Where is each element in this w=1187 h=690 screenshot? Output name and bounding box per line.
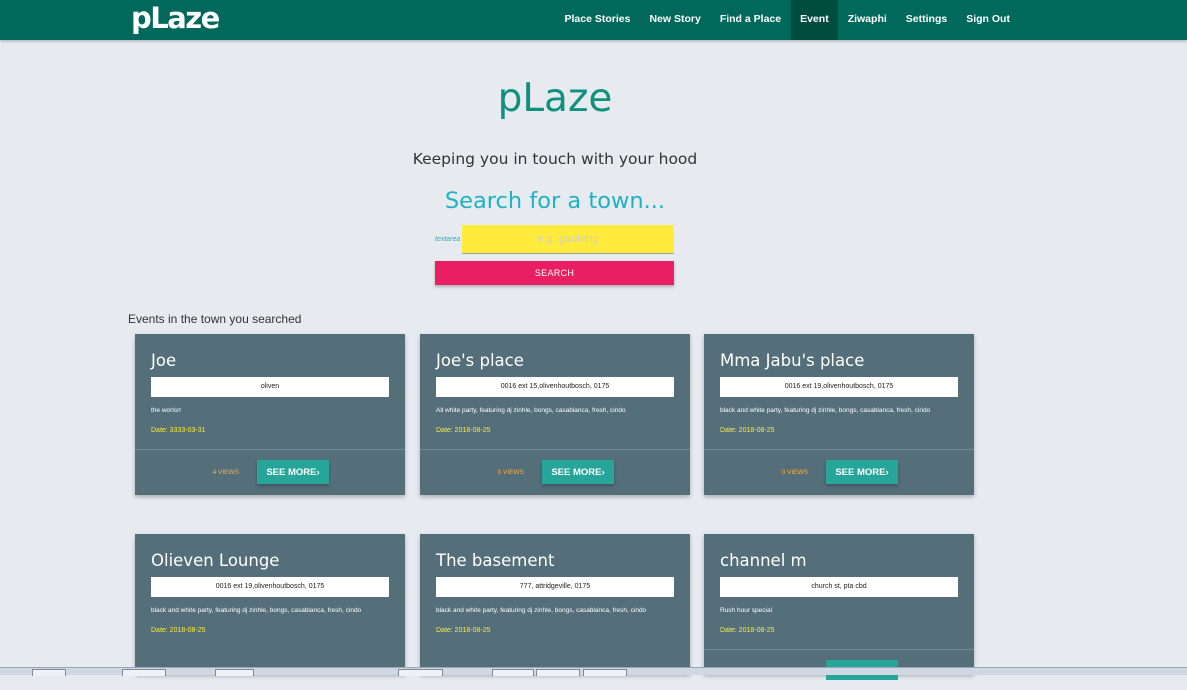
search-field-label: textarea	[435, 236, 461, 243]
event-date: Date: 2018-08-25	[436, 427, 491, 434]
card-action-bar: 0 VIEWS SEE MORE›	[704, 449, 974, 495]
town-search-input[interactable]	[462, 225, 674, 254]
event-description: All white party, featuring dj zinhle, bo…	[436, 407, 626, 414]
event-description: Rush hour special	[720, 607, 773, 614]
hero-title: pLaze	[497, 76, 613, 121]
event-title: Joe	[151, 351, 177, 370]
event-description: the worlsrr	[151, 407, 182, 414]
nav-item-place-stories[interactable]: Place Stories	[555, 0, 640, 40]
nav-item-sign-out[interactable]: Sign Out	[957, 0, 1020, 40]
see-more-label: SEE MORE	[266, 466, 317, 478]
event-card: The basement 777, attridgeville, 0175 bl…	[420, 534, 690, 674]
see-more-button[interactable]: SEE MORE›	[542, 460, 614, 484]
card-action-bar: 4 VIEWS SEE MORE›	[135, 449, 405, 495]
nav-item-event[interactable]: Event	[790, 0, 839, 40]
event-date: Date: 2018-08-25	[720, 427, 775, 434]
event-title: Mma Jabu's place	[720, 351, 865, 370]
event-card: channel m church st, pta cbd Rush hour s…	[704, 534, 974, 680]
event-card: Joe's place 0016 ext 15,olivenhoutbosch,…	[420, 334, 690, 495]
event-address: 777, attridgeville, 0175	[436, 577, 674, 597]
nav-menu: Place Stories New Story Find a Place Eve…	[555, 0, 1019, 40]
see-more-label: SEE MORE	[551, 466, 602, 478]
view-count: 0 VIEWS	[781, 469, 808, 476]
event-card: Olieven Lounge 0016 ext 19,olivenhoutbos…	[135, 534, 405, 674]
event-date: Date: 3333-03-31	[151, 427, 206, 434]
event-title: channel m	[720, 551, 807, 570]
event-description: black and white party, featuring dj zinh…	[151, 607, 362, 614]
event-date: Date: 2018-08-25	[151, 627, 206, 634]
event-address: 0016 ext 19,olivenhoutbosch, 0175	[720, 377, 958, 397]
event-title: Olieven Lounge	[151, 551, 280, 570]
events-section-heading: Events in the town you searched	[128, 312, 302, 326]
card-action-bar: 0 VIEWS SEE MORE›	[420, 449, 690, 495]
chevron-right-icon: ›	[885, 466, 889, 478]
view-count: 4 VIEWS	[212, 469, 239, 476]
event-address: 0016 ext 15,olivenhoutbosch, 0175	[436, 377, 674, 397]
brand-logo[interactable]: pLaze	[131, 1, 220, 35]
search-button[interactable]: SEARCH	[435, 261, 674, 285]
see-more-label: SEE MORE	[835, 466, 886, 478]
event-title: Joe's place	[436, 351, 524, 370]
event-description: black and white party, featuring dj zinh…	[720, 407, 931, 414]
event-address: oliven	[151, 377, 389, 397]
see-more-button[interactable]: SEE MORE›	[826, 460, 898, 484]
nav-item-new-story[interactable]: New Story	[640, 0, 710, 40]
hero-tagline: Keeping you in touch with your hood	[412, 150, 698, 168]
event-card: Joe oliven the worlsrr Date: 3333-03-31 …	[135, 334, 405, 495]
event-card: Mma Jabu's place 0016 ext 19,olivenhoutb…	[704, 334, 974, 495]
view-count: 0 VIEWS	[497, 469, 524, 476]
search-heading: Search for a town...	[444, 188, 666, 214]
event-description: black and white party, featuring dj zinh…	[436, 607, 647, 614]
event-address: church st, pta cbd	[720, 577, 958, 597]
see-more-button[interactable]: SEE MORE›	[257, 460, 329, 484]
chevron-right-icon: ›	[316, 466, 320, 478]
nav-item-find-a-place[interactable]: Find a Place	[710, 0, 790, 40]
os-taskbar	[0, 667, 1187, 676]
nav-item-ziwaphi[interactable]: Ziwaphi	[838, 0, 896, 40]
event-title: The basement	[436, 551, 555, 570]
event-address: 0016 ext 19,olivenhoutbosch, 0175	[151, 577, 389, 597]
nav-item-settings[interactable]: Settings	[896, 0, 956, 40]
event-date: Date: 2018-08-25	[720, 627, 775, 634]
event-date: Date: 2018-08-25	[436, 627, 491, 634]
top-navbar: pLaze Place Stories New Story Find a Pla…	[0, 0, 1187, 40]
chevron-right-icon: ›	[601, 466, 605, 478]
